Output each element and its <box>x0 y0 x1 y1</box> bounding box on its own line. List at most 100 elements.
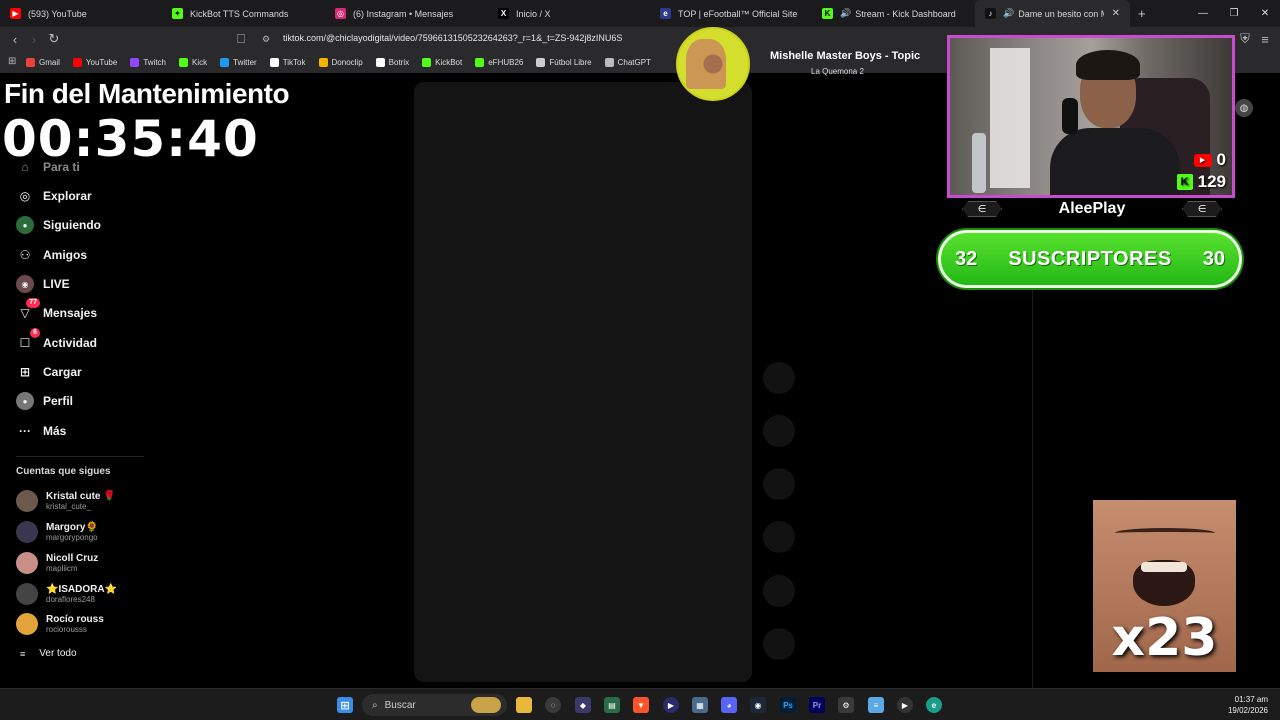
globe-icon[interactable]: ◍ <box>1235 99 1253 117</box>
followed-account[interactable]: ⭐ISADORA⭐ doraflores248 <box>16 580 117 608</box>
chatgpt-icon <box>604 58 614 67</box>
sidebar-item-amigos[interactable]: ⚇ Amigos <box>16 244 87 266</box>
apps-icon[interactable]: ⊞ <box>8 56 16 67</box>
app-icon[interactable]: ▶ <box>663 697 679 713</box>
bookmark-efhub[interactable]: eFHUB26 <box>475 58 523 67</box>
futbol-libre-icon <box>536 58 546 67</box>
tab-instagram[interactable]: ◎ (6) Instagram • Mensajes <box>325 0 488 27</box>
sidebar-item-explorar[interactable]: ◎ Explorar <box>16 185 92 207</box>
site-info-icon[interactable]: ⚙ <box>262 34 270 45</box>
subs-current: 32 <box>955 247 978 270</box>
bookmark-kick[interactable]: Kick <box>179 58 207 67</box>
video-player[interactable] <box>414 82 752 682</box>
youtube-icon: ▶ <box>1193 153 1212 167</box>
followed-account[interactable]: Rocío rouss rociorousss <box>16 610 104 638</box>
bookmark-label: Gmail <box>39 58 60 67</box>
kick-viewers: K 129 <box>1176 172 1226 192</box>
premiere-icon[interactable]: Pr <box>809 697 825 713</box>
photoshop-icon[interactable]: Ps <box>780 697 796 713</box>
tab-label: Inicio / X <box>516 8 551 19</box>
meme-multiplier: x23 <box>1111 608 1218 668</box>
bookmark-gmail[interactable]: Gmail <box>26 58 60 67</box>
bookmark-futbol-libre[interactable]: Fútbol Libre <box>536 58 592 67</box>
action-button[interactable] <box>763 521 795 553</box>
minimize-button[interactable]: — <box>1188 0 1218 27</box>
activity-icon: ☐ 6 <box>16 328 40 352</box>
bookmark-kickbot[interactable]: KickBot <box>422 58 462 67</box>
close-window-button[interactable]: ✕ <box>1250 0 1280 27</box>
avatar <box>16 490 38 512</box>
sidebar-item-para-ti[interactable]: ⌂ Para ti <box>16 156 79 178</box>
new-tab-icon[interactable]: + <box>1138 6 1146 21</box>
speaker-icon: 🔊 <box>840 8 852 18</box>
sidebar-item-label: Actividad <box>43 336 98 350</box>
shield-icon[interactable]: ⛨ <box>1237 31 1253 47</box>
bookmark-youtube[interactable]: YouTube <box>72 58 117 67</box>
reload-icon[interactable]: ↻ <box>46 31 62 47</box>
forward-icon[interactable]: › <box>26 31 42 47</box>
sidebar-item-mensajes[interactable]: ▽ 77 Mensajes <box>16 298 97 324</box>
bookmark-twitter[interactable]: Twitter <box>220 58 257 67</box>
app-icon[interactable]: ◌ <box>545 697 561 713</box>
menu-icon[interactable]: ≡ <box>1257 31 1273 47</box>
sidebar-item-perfil[interactable]: ● Perfil <box>16 390 73 412</box>
sidebar-item-siguiendo[interactable]: ● Siguiendo <box>16 214 101 236</box>
see-all-link[interactable]: ≡ Ver todo <box>20 648 77 659</box>
tab-tiktok-active[interactable]: ♪ 🔊 Dame un besito con Macke ✕ <box>975 0 1130 27</box>
bookmark-botrix[interactable]: Botrix <box>375 58 409 67</box>
back-icon[interactable]: ‹ <box>7 31 23 47</box>
bookmark-twitch[interactable]: Twitch <box>130 58 166 67</box>
close-tab-icon[interactable]: ✕ <box>1112 8 1120 19</box>
file-explorer-icon[interactable] <box>516 697 532 713</box>
action-button[interactable] <box>763 628 795 660</box>
windows-start-icon[interactable]: ⊞ <box>337 697 353 713</box>
subscribers-goal: 32 SUSCRIPTORES 30 <box>938 230 1242 288</box>
bookmark-chatgpt[interactable]: ChatGPT <box>604 58 651 67</box>
action-button[interactable] <box>763 415 795 447</box>
restore-button[interactable]: ❐ <box>1219 0 1249 27</box>
bookmark-icon[interactable]: ⎕ <box>233 31 249 47</box>
action-button[interactable] <box>763 575 795 607</box>
sidebar-item-label: Cargar <box>43 365 82 379</box>
bookmark-label: ChatGPT <box>617 58 651 67</box>
calculator-icon[interactable]: ▦ <box>692 697 708 713</box>
app-icon[interactable]: ◆ <box>575 697 591 713</box>
edge-icon[interactable]: e <box>926 697 942 713</box>
avatar <box>16 552 38 574</box>
maintenance-title: Fin del Mantenimiento <box>4 78 290 109</box>
sidebar-item-live[interactable]: ◉ LIVE <box>16 273 70 295</box>
bookmark-label: eFHUB26 <box>488 58 524 67</box>
discord-icon[interactable]: ◕ <box>721 697 737 713</box>
taskbar-search[interactable]: ⌕ Buscar <box>362 694 507 716</box>
webcam-frame: ▶ 0 K 129 <box>947 35 1235 198</box>
bookmark-donoclip[interactable]: Donoclip <box>318 58 363 67</box>
brave-browser-icon[interactable]: ▼ <box>633 697 649 713</box>
app-icon[interactable]: ▤ <box>604 697 620 713</box>
url-text[interactable]: tiktok.com/@chiclayodigital/video/759661… <box>283 33 622 43</box>
action-button[interactable] <box>763 468 795 500</box>
system-clock[interactable]: 01:37 am 19/02/2026 <box>1228 694 1268 716</box>
bookmark-tiktok[interactable]: TikTok <box>269 58 306 67</box>
settings-icon[interactable]: ⚙ <box>838 697 854 713</box>
sidebar-item-mas[interactable]: ··· Más <box>16 420 66 442</box>
followed-account[interactable]: Nicoll Cruz mapliicm <box>16 549 98 577</box>
sidebar-item-cargar[interactable]: ⊞ Cargar <box>16 361 82 383</box>
tab-youtube[interactable]: ▶ (593) YouTube <box>0 0 162 27</box>
profile-icon: ● <box>16 392 34 410</box>
action-button[interactable] <box>763 362 795 394</box>
tab-label: (6) Instagram • Mensajes <box>353 8 454 19</box>
sidebar-item-actividad[interactable]: ☐ 6 Actividad <box>16 328 98 354</box>
sidebar-item-label: Más <box>43 424 67 438</box>
home-icon: ⌂ <box>21 160 29 174</box>
followed-account[interactable]: Kristal cute 🌹 kristal_cute_ <box>16 487 116 515</box>
efootball-icon: e <box>660 8 671 19</box>
steam-icon[interactable]: ◉ <box>750 697 766 713</box>
tab-kick-dashboard[interactable]: K 🔊 Stream - Kick Dashboard <box>812 0 975 27</box>
followed-account[interactable]: Margory🌻 margorypongo <box>16 518 98 546</box>
tab-kickbot[interactable]: ✦ KickBot TTS Commands <box>162 0 325 27</box>
tab-efootball[interactable]: e TOP | eFootball™ Official Site <box>650 0 812 27</box>
tab-strip: ▶ (593) YouTube ✦ KickBot TTS Commands ◎… <box>0 0 1280 27</box>
tab-x[interactable]: X Inicio / X <box>488 0 650 27</box>
notepad-icon[interactable]: ≡ <box>868 697 884 713</box>
media-player-icon[interactable]: ▶ <box>897 697 913 713</box>
